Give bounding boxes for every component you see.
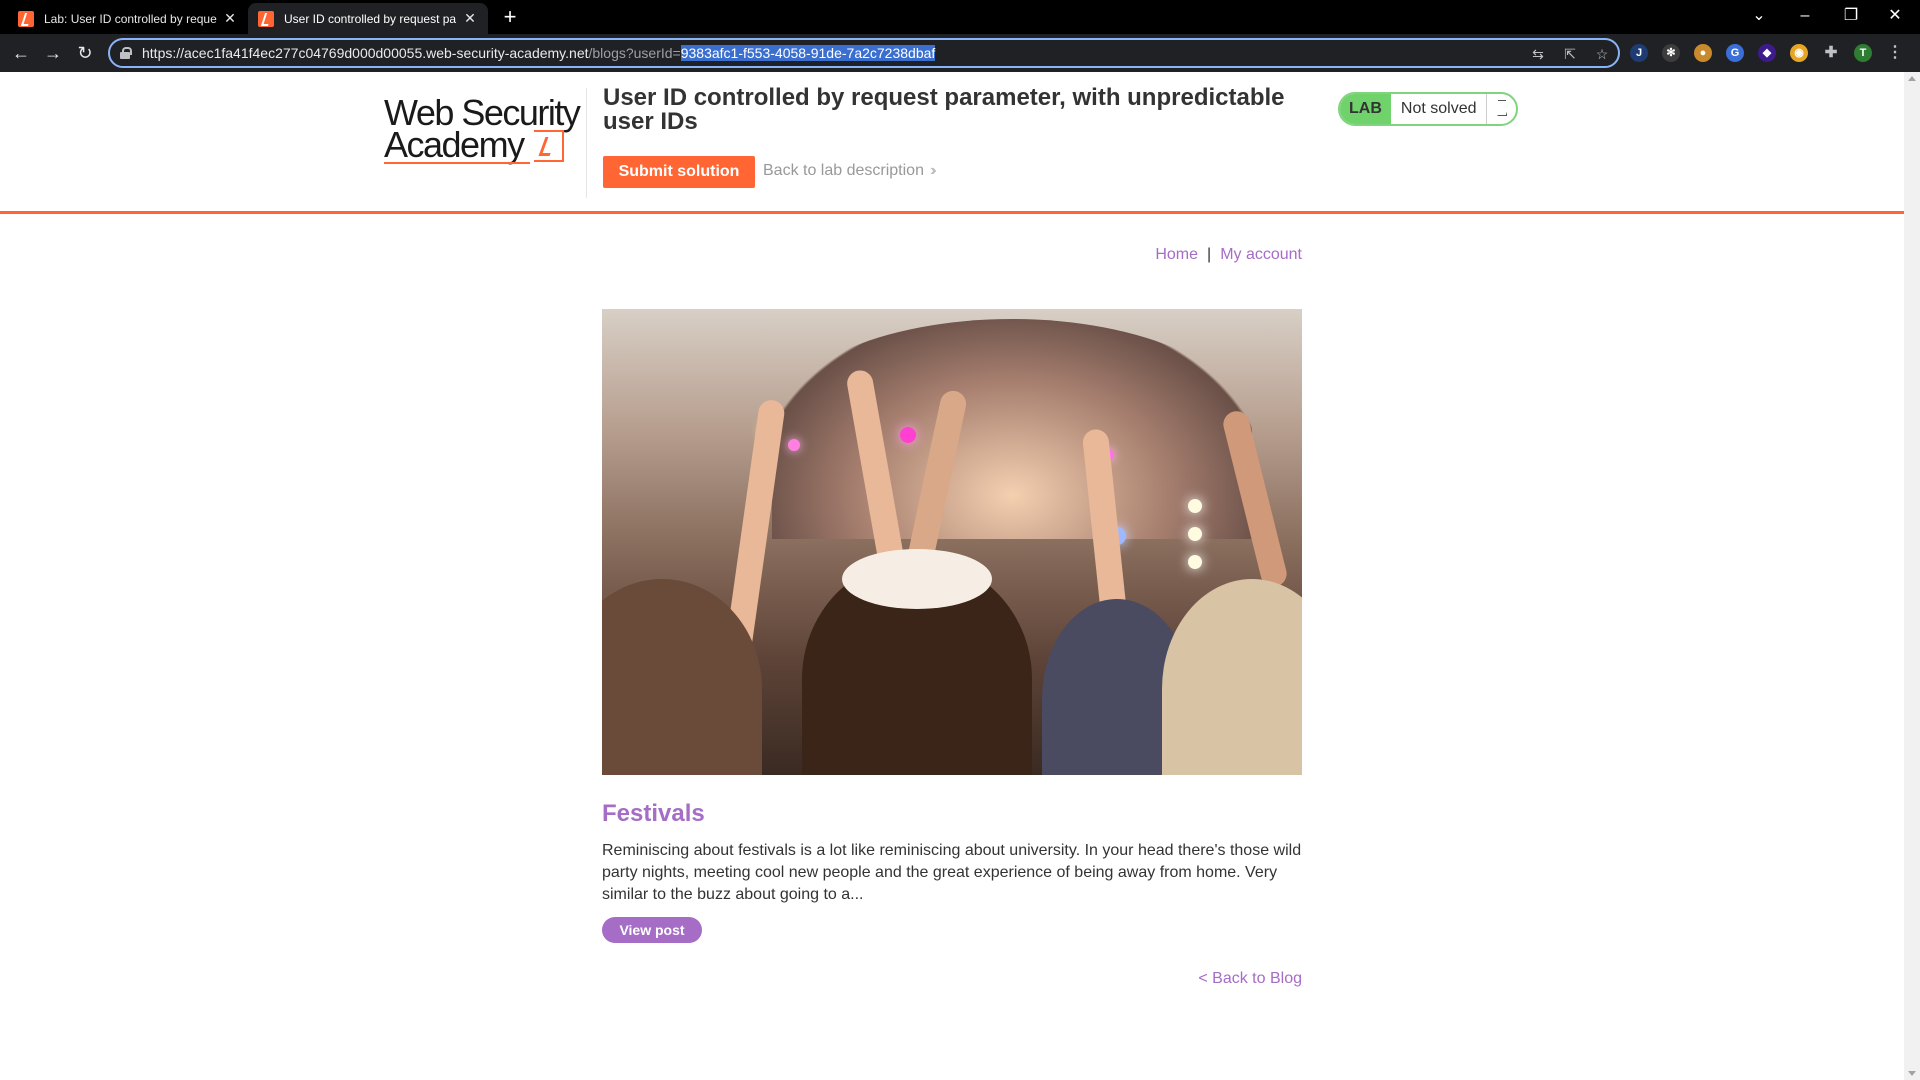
profile-avatar[interactable]: T bbox=[1854, 44, 1872, 62]
extension-gear-icon[interactable]: ✻ bbox=[1662, 44, 1680, 62]
url-path: /blogs?userId= bbox=[588, 45, 681, 61]
tab-title: User ID controlled by request pa bbox=[284, 11, 457, 26]
lab-header: Web Security Academy User ID controlled … bbox=[0, 72, 1904, 214]
stage-background bbox=[772, 319, 1252, 539]
portswigger-favicon-icon bbox=[18, 10, 34, 27]
extension-purple-icon[interactable]: ◆ bbox=[1758, 44, 1776, 62]
stage-light bbox=[788, 439, 800, 451]
top-navigation: Home | My account bbox=[1100, 246, 1302, 264]
double-chevron-right-icon: ›› bbox=[929, 162, 936, 179]
post-summary: Reminiscing about festivals is a lot lik… bbox=[602, 842, 1302, 903]
stage-light bbox=[900, 427, 916, 443]
forward-arrow-icon[interactable]: → bbox=[40, 40, 66, 66]
submit-solution-button[interactable]: Submit solution bbox=[603, 156, 755, 188]
scroll-down-arrow-icon[interactable] bbox=[1908, 1071, 1916, 1076]
url-host: https://acec1fa41f4ec277c04769d000d00055… bbox=[142, 45, 589, 61]
stage-light bbox=[1188, 499, 1202, 513]
close-icon[interactable]: ✕ bbox=[222, 10, 238, 27]
lab-status-text: Not solved bbox=[1400, 100, 1477, 117]
reload-icon[interactable]: ↻ bbox=[72, 40, 98, 66]
stage-light bbox=[1188, 527, 1202, 541]
browser-tab-bar: Lab: User ID controlled by reque ✕ User … bbox=[0, 0, 1920, 34]
bookmark-star-icon[interactable]: ☆ bbox=[1594, 46, 1610, 62]
crowd-silhouette bbox=[1162, 579, 1302, 775]
extension-translate-icon[interactable]: G bbox=[1726, 44, 1744, 62]
lightning-logo-icon bbox=[534, 130, 564, 162]
portswigger-favicon-icon bbox=[258, 10, 274, 27]
logo-text-line2: Academy bbox=[384, 124, 525, 165]
page-content: Web Security Academy User ID controlled … bbox=[0, 72, 1904, 1080]
minimize-button[interactable]: – bbox=[1790, 4, 1820, 28]
back-to-lab-description-label: Back to lab description bbox=[763, 162, 924, 179]
new-tab-button[interactable]: + bbox=[498, 5, 522, 29]
tab-search-icon[interactable]: ⌄ bbox=[1744, 4, 1774, 28]
close-window-button[interactable]: ✕ bbox=[1880, 4, 1910, 28]
tab-lab[interactable]: Lab: User ID controlled by reque ✕ bbox=[8, 3, 248, 34]
my-account-link[interactable]: My account bbox=[1220, 246, 1302, 263]
lab-title: User ID controlled by request parameter,… bbox=[603, 84, 1285, 135]
festival-post-image[interactable] bbox=[602, 309, 1302, 775]
lab-status-badge: LAB Not solved bbox=[1338, 92, 1519, 126]
lab-tag: LAB bbox=[1340, 94, 1391, 124]
url-text[interactable]: https://acec1fa41f4ec277c04769d000d00055… bbox=[142, 45, 936, 61]
stage-light bbox=[1188, 555, 1202, 569]
post-title[interactable]: Festivals bbox=[602, 800, 705, 828]
extension-cookie-icon[interactable]: ● bbox=[1694, 44, 1712, 62]
tab-blog[interactable]: User ID controlled by request pa ✕ bbox=[248, 3, 488, 34]
close-icon[interactable]: ✕ bbox=[462, 10, 478, 27]
lock-icon[interactable] bbox=[120, 47, 132, 59]
home-link[interactable]: Home bbox=[1155, 246, 1198, 263]
back-to-blog-link[interactable]: < Back to Blog bbox=[1150, 970, 1302, 988]
menu-kebab-icon[interactable]: ⋮ bbox=[1886, 44, 1904, 62]
share-icon[interactable]: ⇱ bbox=[1562, 46, 1578, 62]
page-scrollbar[interactable] bbox=[1904, 72, 1920, 1080]
back-arrow-icon[interactable]: ← bbox=[8, 40, 34, 66]
header-divider bbox=[586, 88, 587, 198]
address-bar[interactable]: https://acec1fa41f4ec277c04769d000d00055… bbox=[108, 38, 1620, 68]
flask-icon bbox=[1486, 94, 1516, 124]
extension-color-icon[interactable]: ◉ bbox=[1790, 44, 1808, 62]
scroll-up-arrow-icon[interactable] bbox=[1908, 76, 1916, 81]
nav-separator: | bbox=[1207, 246, 1212, 263]
browser-toolbar: ← → ↻ https://acec1fa41f4ec277c04769d000… bbox=[0, 34, 1920, 72]
flower-crown bbox=[842, 549, 992, 609]
logo-underline bbox=[384, 162, 530, 164]
view-post-button[interactable]: View post bbox=[602, 917, 702, 943]
tab-title: Lab: User ID controlled by reque bbox=[44, 11, 217, 26]
url-selected-user-id: 9383afc1-f553-4058-91de-7a2c7238dbaf bbox=[680, 45, 936, 61]
extension-j-icon[interactable]: J bbox=[1630, 44, 1648, 62]
back-to-lab-description-link[interactable]: Back to lab description ›› bbox=[763, 162, 936, 180]
restore-button[interactable]: ❐ bbox=[1836, 4, 1866, 28]
extensions-puzzle-icon[interactable]: ✚ bbox=[1822, 44, 1840, 62]
web-security-academy-logo[interactable]: Web Security Academy bbox=[384, 92, 584, 182]
translate-icon[interactable]: ⇆ bbox=[1530, 46, 1546, 62]
